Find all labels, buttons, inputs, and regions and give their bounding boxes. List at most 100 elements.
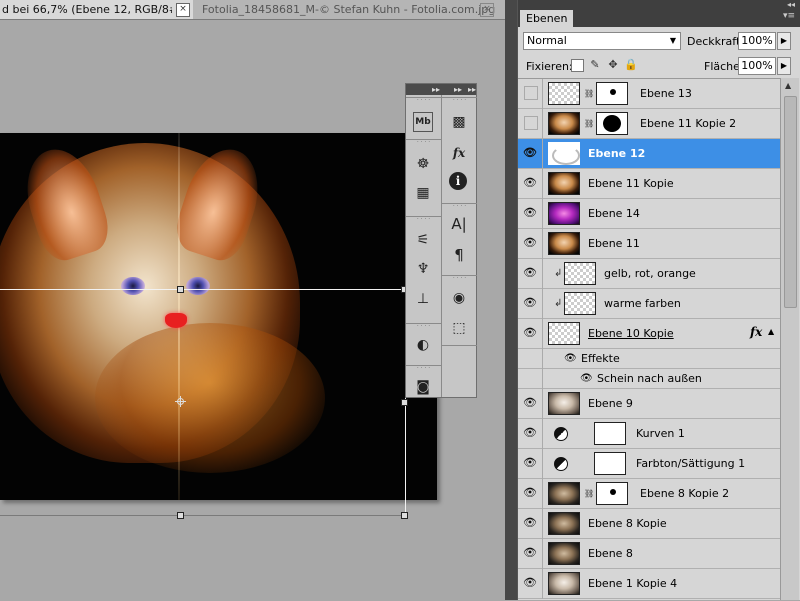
eye-icon[interactable]: 👁: [522, 175, 538, 191]
transform-handle-top[interactable]: [177, 286, 184, 293]
fill-slider-button[interactable]: ▶: [777, 57, 791, 75]
image-icon[interactable]: ▦: [413, 183, 433, 203]
fill-field[interactable]: 100%: [738, 57, 776, 75]
eye-icon[interactable]: 👁: [522, 235, 538, 251]
layer-effect-item[interactable]: 👁 Schein nach außen: [518, 369, 780, 389]
layer-thumbnail[interactable]: [548, 232, 580, 255]
paragraph-icon[interactable]: ¶: [449, 245, 469, 265]
eye-icon[interactable]: 👁: [522, 395, 538, 411]
layer-row[interactable]: 👁 Ebene 11: [518, 229, 780, 259]
transform-handle-bottom-right[interactable]: [401, 512, 408, 519]
lock-pixels-icon[interactable]: ✎: [588, 58, 602, 72]
collapse-effects-icon[interactable]: ▲: [768, 327, 774, 336]
visibility-toggle[interactable]: [524, 116, 538, 130]
visibility-toggle[interactable]: [524, 86, 538, 100]
path-icon[interactable]: ⬚: [449, 318, 469, 338]
close-icon[interactable]: ×: [480, 3, 494, 17]
layer-thumbnail[interactable]: [564, 292, 596, 315]
eye-icon[interactable]: 👁: [522, 145, 538, 161]
layer-thumbnail[interactable]: [594, 422, 626, 445]
lock-position-icon[interactable]: ✥: [606, 58, 620, 72]
transform-box-top-edge[interactable]: [0, 289, 405, 290]
mini-bridge-icon[interactable]: Mb: [413, 112, 433, 132]
layer-thumbnail[interactable]: [548, 172, 580, 195]
eye-icon[interactable]: 👁: [522, 295, 538, 311]
eye-icon[interactable]: 👁: [522, 515, 538, 531]
collapse-icon[interactable]: ◂◂: [787, 0, 795, 10]
layer-effects-row[interactable]: 👁 Effekte: [518, 349, 780, 369]
info-icon[interactable]: i: [449, 172, 467, 190]
layer-thumbnail[interactable]: [548, 542, 580, 565]
helm-icon[interactable]: ☸: [413, 154, 433, 174]
expand-icon[interactable]: ▸▸: [432, 84, 440, 95]
lock-all-icon[interactable]: 🔒: [624, 58, 638, 72]
close-icon[interactable]: ×: [176, 3, 190, 17]
adjustment-icon[interactable]: ◐: [413, 335, 433, 355]
character-icon[interactable]: A|: [449, 214, 469, 234]
layer-thumbnail[interactable]: [594, 452, 626, 475]
document-tab-inactive[interactable]: Fotolia_18458681_M-© Stefan Kuhn - Fotol…: [196, 0, 505, 19]
expand-icon[interactable]: ▸▸: [454, 84, 462, 95]
stamp-icon[interactable]: ⊥: [413, 289, 433, 309]
layer-thumbnail[interactable]: [548, 572, 580, 595]
transform-box-bottom-edge[interactable]: [0, 515, 405, 516]
layer-thumbnail[interactable]: [548, 142, 580, 165]
3d-icon[interactable]: ◉: [449, 288, 469, 308]
layer-row[interactable]: 👁 Farbton/Sättigung 1: [518, 449, 780, 479]
tab-layers[interactable]: Ebenen: [520, 10, 574, 27]
eye-icon[interactable]: 👁: [522, 265, 538, 281]
layer-mask-thumbnail[interactable]: [596, 482, 628, 505]
transform-reference-point[interactable]: [175, 396, 186, 407]
opacity-field[interactable]: 100%: [738, 32, 776, 50]
swatches-icon[interactable]: ▩: [449, 112, 469, 132]
layer-mask-thumbnail[interactable]: [596, 112, 628, 135]
eye-icon[interactable]: 👁: [522, 325, 538, 341]
layer-row[interactable]: 👁 Ebene 9: [518, 389, 780, 419]
layer-thumbnail[interactable]: [548, 112, 580, 135]
collapse-icon[interactable]: ▸▸: [468, 84, 476, 95]
eye-icon[interactable]: 👁: [522, 545, 538, 561]
layer-thumbnail[interactable]: [548, 512, 580, 535]
styles-icon[interactable]: fx: [449, 143, 469, 163]
layer-row[interactable]: ⛓ Ebene 13: [518, 79, 780, 109]
document-canvas[interactable]: [0, 133, 437, 500]
transform-handle-right[interactable]: [401, 399, 408, 406]
eye-icon[interactable]: 👁: [522, 485, 538, 501]
eye-icon[interactable]: 👁: [580, 372, 593, 386]
lock-transparency-icon[interactable]: [571, 59, 584, 72]
layer-row[interactable]: 👁 Ebene 8 Kopie: [518, 509, 780, 539]
layer-row[interactable]: 👁 Ebene 1 Kopie 4: [518, 569, 780, 599]
eye-icon[interactable]: 👁: [522, 575, 538, 591]
layer-row[interactable]: 👁 Ebene 10 Kopie fx ▲: [518, 319, 780, 349]
panel-divider[interactable]: [505, 0, 517, 600]
layer-thumbnail[interactable]: [548, 82, 580, 105]
layer-row[interactable]: 👁 Ebene 8: [518, 539, 780, 569]
panel-menu-icon[interactable]: ▾≡: [783, 11, 795, 21]
layer-row[interactable]: 👁 Ebene 14: [518, 199, 780, 229]
layer-mask-thumbnail[interactable]: [596, 82, 628, 105]
layer-thumbnail[interactable]: [548, 202, 580, 225]
layer-row[interactable]: 👁 Kurven 1: [518, 419, 780, 449]
scroll-up-icon[interactable]: ▲: [785, 81, 791, 90]
layers-scrollbar[interactable]: ▲: [780, 78, 799, 600]
layer-row[interactable]: 👁 ↲ gelb, rot, orange: [518, 259, 780, 289]
layer-row[interactable]: 👁 Ebene 11 Kopie: [518, 169, 780, 199]
scrollbar-thumb[interactable]: [784, 96, 797, 308]
eye-icon[interactable]: 👁: [564, 352, 577, 366]
layer-row[interactable]: ⛓ Ebene 11 Kopie 2: [518, 109, 780, 139]
layer-thumbnail[interactable]: [548, 322, 580, 345]
layer-thumbnail[interactable]: [564, 262, 596, 285]
link-icon[interactable]: ⛓: [584, 87, 594, 101]
layer-thumbnail[interactable]: [548, 392, 580, 415]
layer-row[interactable]: 👁 Ebene 12: [518, 139, 780, 169]
blend-mode-select[interactable]: Normal ▼: [523, 32, 681, 50]
layer-row[interactable]: 👁 ↲ warme farben: [518, 289, 780, 319]
eye-icon[interactable]: 👁: [522, 425, 538, 441]
layer-thumbnail[interactable]: [548, 482, 580, 505]
document-tab-active[interactable]: d bei 66,7% (Ebene 12, RGB/8#) * ×: [0, 0, 193, 19]
layer-row[interactable]: 👁 ⛓ Ebene 8 Kopie 2: [518, 479, 780, 509]
mask-icon[interactable]: ◙: [413, 377, 433, 397]
brush-preset-icon[interactable]: ⚟: [413, 230, 433, 250]
eye-icon[interactable]: 👁: [522, 455, 538, 471]
floating-panel-header[interactable]: ▸▸ ▸▸ ▸▸: [406, 84, 476, 95]
